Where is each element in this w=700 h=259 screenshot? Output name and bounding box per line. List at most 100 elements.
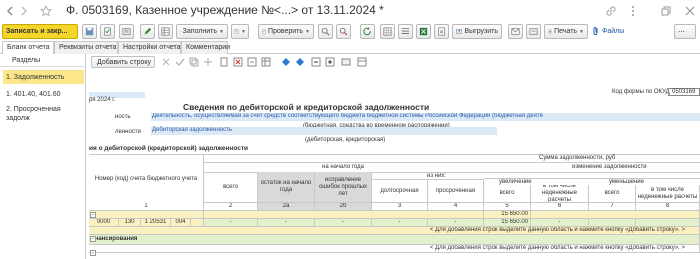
move-down-icon[interactable]	[295, 57, 305, 67]
row-dec-noncash-value[interactable]	[636, 219, 700, 227]
mail-button[interactable]	[508, 24, 523, 39]
activity-type-field[interactable]: Деятельность, осуществляемая за счет сре…	[151, 113, 700, 121]
more-actions-button[interactable]: ⋯	[674, 24, 696, 39]
close-icon[interactable]	[684, 5, 696, 17]
view-icon[interactable]	[357, 57, 367, 67]
row-correction-value[interactable]: -	[315, 219, 372, 227]
favorite-star-icon[interactable]	[40, 5, 52, 17]
list-view-button[interactable]	[398, 24, 413, 39]
table-icon[interactable]	[261, 57, 271, 67]
post-document-icon	[104, 27, 111, 36]
row-overdue-value[interactable]: -	[428, 219, 484, 227]
forward-arrow-icon[interactable]	[18, 5, 30, 17]
add-row-button[interactable]: Добавить строку	[91, 56, 155, 68]
back-arrow-icon[interactable]	[4, 5, 16, 17]
save-close-button[interactable]: Записать и закр...	[2, 24, 78, 39]
row-account-code[interactable]: 0000	[89, 219, 119, 227]
row-opening-value[interactable]: -	[258, 219, 315, 227]
attachment-button[interactable]	[434, 24, 449, 39]
pencil-icon	[144, 27, 152, 35]
row-inc-noncash-value[interactable]: -	[531, 219, 589, 227]
debt-label: ленности	[115, 129, 141, 135]
delete-row-icon[interactable]	[233, 57, 243, 67]
report-date: ря 2024 г.	[89, 97, 116, 103]
save-button[interactable]	[82, 24, 97, 39]
excel-icon	[419, 27, 428, 36]
print-button[interactable]: Печать ▼	[544, 24, 588, 39]
main-toolbar: Записать и закр... Заполнить ▼ ▼ Провери…	[0, 22, 700, 41]
financing-row: инансирования	[89, 235, 700, 245]
upload-label: Выгрузить	[464, 28, 498, 35]
post-button[interactable]	[100, 24, 115, 39]
upload-button[interactable]: Выгрузить	[452, 24, 502, 39]
upload-icon	[456, 29, 463, 34]
check-button[interactable]: Проверить ▼	[258, 24, 314, 39]
row-account-number[interactable]: 1 20531	[141, 219, 171, 227]
sections-header: Разделы	[0, 54, 85, 67]
section-item-401[interactable]: 1. 401.40, 401.60	[6, 90, 84, 99]
delete-icon[interactable]	[161, 57, 171, 67]
move-up-icon[interactable]	[281, 57, 291, 67]
restore-window-icon[interactable]	[660, 5, 672, 17]
okud-value: 0503169	[668, 88, 700, 96]
archive-icon	[529, 28, 538, 35]
tab-report-details[interactable]: Реквизиты отчета	[54, 41, 118, 54]
row-total-value[interactable]: -	[204, 219, 258, 227]
sum-header: Сумма задолженности, руб	[539, 155, 616, 161]
account-header: Номер (код) счета бюджетного учета	[89, 155, 204, 203]
table-button[interactable]	[158, 24, 173, 39]
checkmark-icon[interactable]	[175, 57, 185, 67]
search-button[interactable]	[318, 24, 333, 39]
insert-row-icon[interactable]	[247, 57, 257, 67]
section-item-debt[interactable]: 1. Задолженность	[3, 70, 84, 84]
files-link[interactable]: Файлы	[592, 26, 624, 36]
archive-button[interactable]	[526, 24, 541, 39]
row-account-kbk[interactable]: 130	[119, 219, 141, 227]
add-row-hint-2[interactable]: < Для добавления строк выделите данную о…	[89, 245, 700, 253]
row-inc-value[interactable]: 15 650.00	[484, 219, 531, 227]
title-bar: Ф. 0503169, Казенное учреждение №<...> о…	[0, 0, 700, 22]
export-button[interactable]: ▼	[231, 24, 249, 39]
col-num-1: 1	[89, 203, 204, 211]
more-menu-icon[interactable]	[627, 5, 639, 17]
search-icon	[321, 27, 330, 36]
tab-comments[interactable]: Комментарии	[181, 41, 230, 54]
fill-button[interactable]: Заполнить ▼	[176, 24, 228, 39]
table-grid-icon	[161, 27, 170, 36]
tab-report-settings[interactable]: Настройки отчета	[118, 41, 181, 54]
structure-button[interactable]	[119, 24, 134, 39]
row-account-extra[interactable]	[191, 219, 204, 227]
structure-icon	[122, 28, 131, 35]
row-longterm-value[interactable]: -	[372, 219, 428, 227]
link-icon[interactable]	[605, 5, 617, 17]
fill-label: Заполнить	[182, 28, 218, 35]
refresh-button[interactable]	[360, 24, 375, 39]
report-sheet: Код формы по ОКУД 0503169 ря 2024 г. Све…	[89, 72, 700, 259]
activity-label[interactable]: ность	[115, 114, 131, 120]
total-inc-value: 15 650.00	[484, 211, 531, 219]
debt-hint: (дебиторская, кредиторская)	[305, 137, 386, 143]
group-collapse-icon[interactable]: −	[90, 236, 96, 242]
start-year-header: на начало года	[322, 164, 364, 170]
expand-icon[interactable]	[325, 57, 335, 67]
move-icon[interactable]	[203, 57, 213, 67]
row-dec-value[interactable]	[589, 219, 636, 227]
document-icon[interactable]	[219, 57, 229, 67]
group-collapse-icon[interactable]: −	[90, 250, 96, 256]
grid-view-button[interactable]	[380, 24, 395, 39]
collapse-icon[interactable]	[311, 57, 321, 67]
section-item-overdue[interactable]: 2. Просроченная задолж	[6, 105, 76, 123]
excel-button[interactable]	[416, 24, 431, 39]
edit-button[interactable]	[140, 24, 155, 39]
debt-type-field[interactable]: Дебиторская задолженность	[151, 127, 497, 135]
search-replace-button[interactable]	[336, 24, 351, 39]
col-total: всего	[204, 172, 258, 203]
col-num-7: 7	[589, 203, 636, 211]
tab-report-form[interactable]: Бланк отчета	[2, 41, 54, 55]
mail-icon	[511, 28, 520, 35]
settings-icon[interactable]	[341, 57, 351, 67]
copy-icon[interactable]	[189, 57, 199, 67]
row-account-sub[interactable]: 004	[171, 219, 191, 227]
group-collapse-icon[interactable]: −	[90, 212, 96, 218]
add-row-hint[interactable]: < Для добавления строк выделите данную о…	[89, 227, 700, 235]
